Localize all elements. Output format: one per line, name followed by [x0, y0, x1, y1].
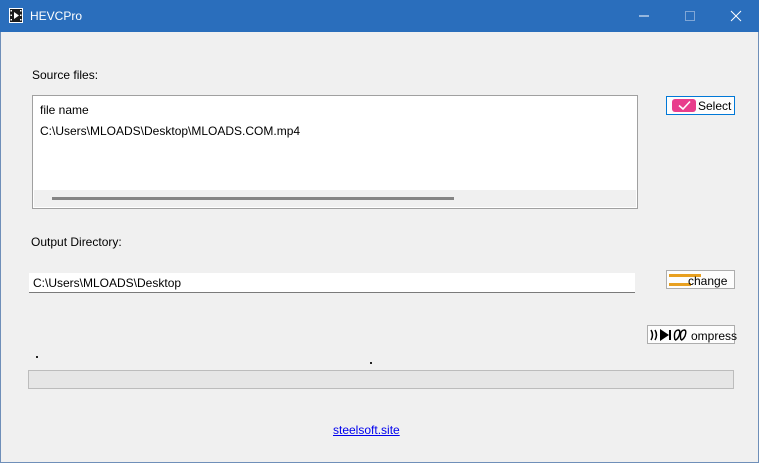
compress-button[interactable]: ompress [647, 325, 738, 345]
source-files-label: Source files: [32, 68, 99, 82]
app-film-icon [9, 8, 23, 23]
status-dot [370, 362, 372, 364]
scrollbar-thumb[interactable] [52, 197, 454, 200]
status-dot [36, 356, 38, 358]
output-directory-field[interactable] [29, 273, 635, 293]
progress-bar [28, 370, 734, 389]
minimize-icon [639, 15, 649, 17]
list-column-header: file name [40, 103, 89, 117]
compress-button-label: ompress [691, 329, 738, 343]
change-button-label: change [688, 274, 728, 288]
horizontal-scrollbar[interactable] [34, 190, 636, 207]
maximize-icon [685, 11, 695, 21]
select-button-label: Select [698, 99, 732, 113]
minimize-button[interactable] [621, 0, 667, 32]
close-icon [730, 10, 742, 22]
steelsoft-link[interactable]: steelsoft.site [333, 423, 400, 437]
window-title: HEVCPro [30, 9, 83, 23]
title-bar[interactable]: HEVCPro [0, 0, 759, 32]
maximize-button[interactable] [667, 0, 713, 32]
close-button[interactable] [713, 0, 759, 32]
list-item[interactable]: C:\Users\MLOADS\Desktop\MLOADS.COM.mp4 [40, 124, 300, 138]
checkmark-icon [672, 99, 696, 115]
output-directory-label: Output Directory: [31, 235, 122, 249]
source-files-list[interactable]: file name C:\Users\MLOADS\Desktop\MLOADS… [32, 95, 638, 209]
change-button[interactable]: change [666, 270, 735, 289]
compress-logo-icon [650, 328, 692, 345]
select-button[interactable]: Select [666, 96, 735, 115]
